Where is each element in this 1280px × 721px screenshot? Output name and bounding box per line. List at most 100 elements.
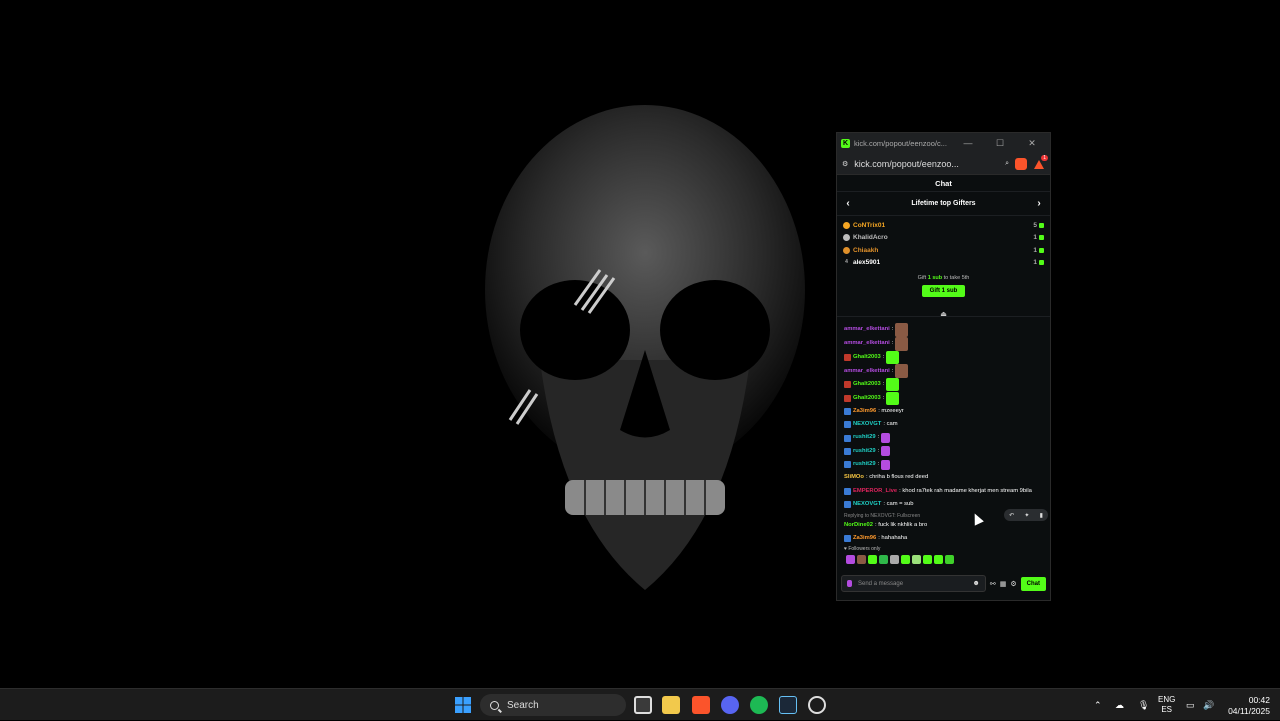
chat-message[interactable]: ammar_elkettani: bbox=[844, 337, 1043, 351]
gifter-name[interactable]: alex5901 bbox=[853, 259, 1033, 266]
username[interactable]: Za3im96 bbox=[853, 405, 876, 418]
zoom-icon[interactable]: ⌕ bbox=[1005, 160, 1009, 168]
minimize-button[interactable]: — bbox=[954, 138, 982, 148]
url-text[interactable]: kick.com/popout/eenzoo... bbox=[854, 159, 999, 169]
window-titlebar[interactable]: K kick.com/popout/eenzoo/c... — ☐ ✕ bbox=[837, 133, 1050, 153]
search-icon bbox=[490, 700, 499, 710]
chat-message[interactable]: ammar_elkettani: bbox=[844, 323, 1043, 337]
username[interactable]: ammar_elkettani bbox=[844, 365, 890, 378]
emote-icon[interactable] bbox=[890, 554, 899, 564]
file-explorer-icon[interactable] bbox=[662, 696, 680, 714]
gifter-name[interactable]: KhalidAcro bbox=[853, 234, 1033, 241]
emote-icon[interactable] bbox=[846, 554, 855, 564]
chat-message[interactable]: SliMOo: chriha b flous red deed bbox=[844, 471, 1043, 484]
delete-icon[interactable]: ▮ bbox=[1040, 512, 1043, 519]
chat-message[interactable]: Ghalt2003: bbox=[844, 378, 1043, 392]
username[interactable]: ammar_elkettani bbox=[844, 323, 890, 336]
chat-input-placeholder[interactable]: Send a message bbox=[858, 581, 967, 587]
gift-icon bbox=[1039, 260, 1044, 266]
chat-message[interactable]: ammar_elkettani: bbox=[844, 364, 1043, 379]
site-settings-icon[interactable]: ⚙ bbox=[842, 160, 848, 168]
address-bar[interactable]: ⚙ kick.com/popout/eenzoo... ⌕ 1 bbox=[837, 153, 1050, 175]
emote-icon bbox=[886, 391, 900, 405]
username[interactable]: SliMOo bbox=[844, 471, 864, 484]
brave-shields-icon[interactable] bbox=[1015, 157, 1027, 170]
prev-arrow-icon[interactable]: ‹ bbox=[843, 198, 853, 209]
chat-message[interactable]: rushit29: bbox=[844, 445, 1043, 458]
emote-icon[interactable] bbox=[923, 554, 932, 564]
emote-icon[interactable] bbox=[857, 554, 866, 564]
emote-icon[interactable] bbox=[879, 554, 888, 564]
mic-icon[interactable] bbox=[847, 580, 852, 587]
chat-input[interactable]: Send a message ☻ bbox=[841, 575, 986, 592]
emote-icon[interactable] bbox=[901, 554, 910, 564]
tray-overflow-icon[interactable]: ⌃ bbox=[1094, 689, 1102, 721]
brave-rewards-icon[interactable]: 1 bbox=[1033, 154, 1048, 170]
chat-message[interactable]: Ghalt2003: bbox=[844, 351, 1043, 365]
steam-icon[interactable] bbox=[779, 696, 797, 714]
message-text: : bbox=[877, 434, 880, 441]
onedrive-icon[interactable]: ☁ bbox=[1115, 689, 1124, 721]
chat-message[interactable]: Za3im96 : hahahaha bbox=[844, 532, 1043, 545]
chat-message[interactable]: Ghalt2003: bbox=[844, 391, 1043, 405]
chat-message[interactable]: rushit29: bbox=[844, 431, 1043, 444]
chat-message[interactable]: rushit29: bbox=[844, 458, 1043, 471]
share-icon[interactable]: ⚯ bbox=[990, 580, 996, 588]
reply-icon[interactable]: ↶ bbox=[1009, 512, 1014, 519]
microphone-icon[interactable]: 🎙 bbox=[1138, 689, 1149, 721]
username[interactable]: ammar_elkettani bbox=[844, 337, 890, 350]
clock-time: 00:42 bbox=[1248, 695, 1270, 705]
message-text: : bbox=[882, 354, 885, 360]
emote-icon[interactable] bbox=[934, 554, 943, 564]
volume-icon[interactable]: 🔊 bbox=[1203, 689, 1214, 721]
username[interactable]: rushit29 bbox=[853, 431, 876, 444]
emote-icon bbox=[886, 378, 900, 392]
windows-start-icon[interactable] bbox=[454, 696, 472, 714]
language-indicator[interactable]: ENG ES bbox=[1158, 695, 1175, 715]
maximize-button[interactable]: ☐ bbox=[986, 138, 1014, 149]
username[interactable]: NEXOVGT bbox=[853, 498, 881, 511]
gifter-rank: 4 bbox=[845, 259, 848, 266]
chat-message[interactable]: EMPEROR_Live: khod ra7tek rah madame khe… bbox=[844, 485, 1043, 498]
gift-menu-icon[interactable]: ▦ bbox=[1000, 580, 1007, 588]
username[interactable]: Za3im96 bbox=[853, 532, 876, 545]
close-button[interactable]: ✕ bbox=[1018, 138, 1046, 149]
gifter-name[interactable]: CoNTrix01 bbox=[853, 222, 1033, 229]
username[interactable]: NorDine02 bbox=[844, 519, 873, 532]
chat-message[interactable]: Za3im96: mzeeeyr bbox=[844, 405, 1043, 418]
obs-icon[interactable] bbox=[808, 696, 826, 714]
next-arrow-icon[interactable]: › bbox=[1034, 198, 1044, 209]
clock[interactable]: 00:42 04/11/2025 bbox=[1222, 695, 1270, 717]
emote-icon[interactable] bbox=[912, 554, 921, 564]
kick-logo-icon: K bbox=[841, 138, 850, 148]
brave-browser-icon[interactable] bbox=[692, 696, 710, 714]
taskbar-search[interactable]: Search bbox=[480, 694, 626, 716]
chat-popout-window[interactable]: K kick.com/popout/eenzoo/c... — ☐ ✕ ⚙ ki… bbox=[836, 132, 1051, 601]
message-actions-toolbar: ↶ ✦ ▮ bbox=[1004, 509, 1048, 521]
spotify-icon[interactable] bbox=[750, 696, 768, 714]
username[interactable]: Ghalt2003 bbox=[853, 378, 881, 391]
chat-send-button[interactable]: Chat bbox=[1020, 576, 1046, 591]
gifter-row: KhalidAcro 1 bbox=[837, 232, 1050, 245]
chat-message[interactable]: NEXOVGT: cam bbox=[844, 418, 1043, 431]
username[interactable]: Ghalt2003 bbox=[853, 351, 881, 364]
gifter-row: 4 alex5901 1 bbox=[837, 257, 1050, 270]
gifter-name[interactable]: Chiaakh bbox=[853, 247, 1033, 254]
emote-icon[interactable] bbox=[868, 554, 877, 564]
username[interactable]: Ghalt2003 bbox=[853, 392, 881, 405]
pin-icon[interactable]: ✦ bbox=[1024, 512, 1029, 519]
collapse-icon[interactable]: ⏏ bbox=[940, 310, 947, 318]
emoji-icon[interactable]: ☻ bbox=[973, 580, 980, 587]
gift-sub-button[interactable]: Gift 1 sub bbox=[921, 285, 966, 297]
emote-icon[interactable] bbox=[945, 554, 954, 564]
emote-icon bbox=[895, 337, 909, 351]
settings-icon[interactable]: ⚙ bbox=[1010, 580, 1016, 588]
username[interactable]: EMPEROR_Live bbox=[853, 488, 897, 495]
username[interactable]: rushit29 bbox=[853, 458, 876, 471]
discord-icon[interactable] bbox=[721, 696, 739, 714]
username[interactable]: NEXOVGT bbox=[853, 418, 881, 431]
skull-wallpaper bbox=[485, 105, 805, 590]
task-view-icon[interactable] bbox=[634, 696, 652, 714]
network-icon[interactable]: ▭ bbox=[1186, 689, 1195, 721]
username[interactable]: rushit29 bbox=[853, 445, 876, 458]
